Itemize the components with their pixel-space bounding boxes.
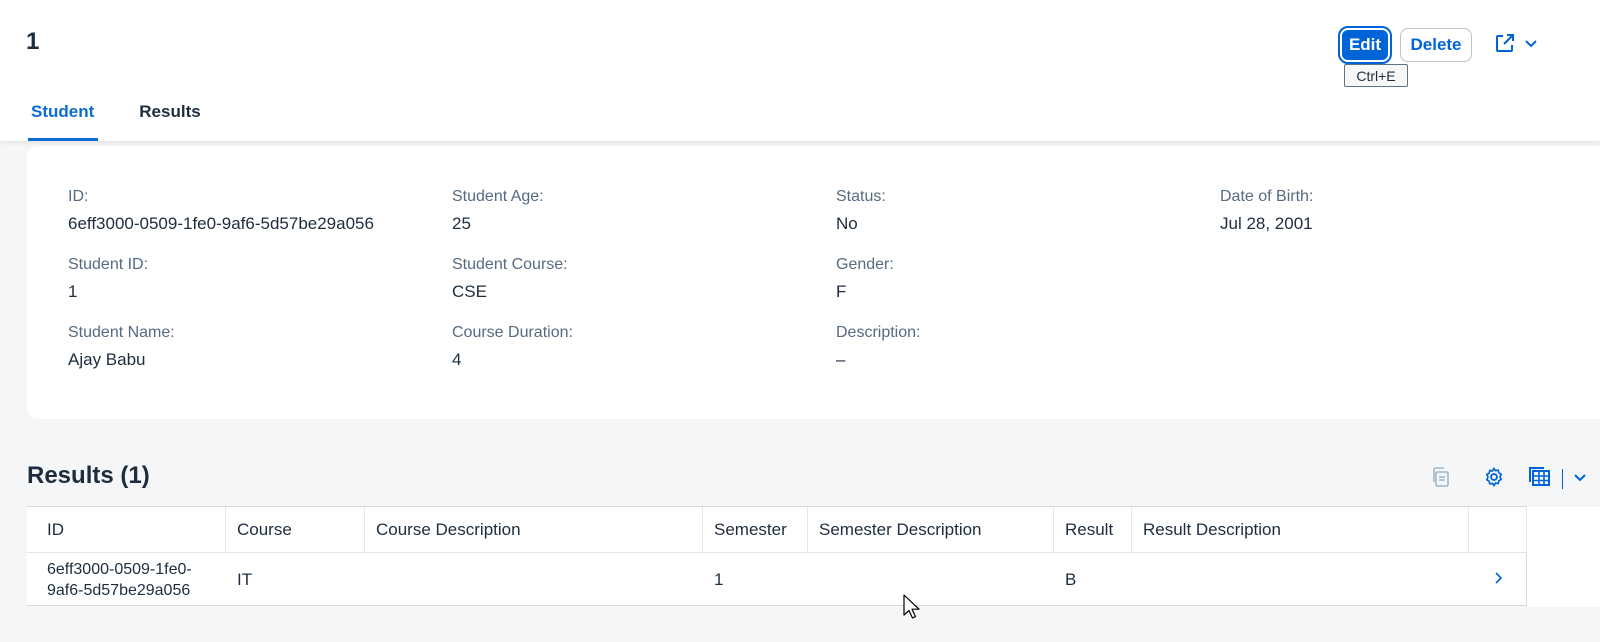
tab-results[interactable]: Results [136, 92, 204, 141]
cell-id-line: 6eff3000-0509-1fe0- [47, 561, 192, 578]
cell-result: B [1065, 570, 1077, 589]
edit-button[interactable]: Edit [1338, 26, 1392, 64]
delete-button[interactable]: Delete [1400, 28, 1472, 62]
field-label: Student Course: [452, 256, 568, 273]
field-value: No [836, 214, 858, 233]
field-label: Student ID: [68, 256, 149, 273]
student-details-card: ID: 6eff3000-0509-1fe0-9af6-5d57be29a056… [27, 146, 1600, 419]
cell-result-description [1132, 553, 1469, 607]
chevron-down-icon [1524, 36, 1538, 54]
column-header-semester-description[interactable]: Semester Description [808, 507, 1054, 552]
share-icon [1494, 32, 1516, 59]
field-student-course: Student Course: CSE [452, 256, 568, 302]
row-navigation[interactable] [1469, 553, 1527, 607]
page-title: 1 [26, 28, 40, 55]
column-header-navigation [1469, 507, 1527, 552]
cell-course-description [365, 553, 703, 607]
field-label: Gender: [836, 256, 894, 273]
mouse-cursor-icon [903, 594, 921, 625]
results-table: ID Course Course Description Semester Se… [27, 506, 1600, 607]
column-header-result-description[interactable]: Result Description [1132, 507, 1469, 552]
gear-icon [1483, 466, 1505, 493]
cell-semester: 1 [714, 570, 724, 589]
field-student-name: Student Name: Ajay Babu [68, 324, 175, 370]
chevron-right-icon [1493, 570, 1503, 590]
field-value: F [836, 282, 847, 301]
field-value: 6eff3000-0509-1fe0-9af6-5d57be29a056 [68, 214, 374, 233]
copy-button[interactable] [1425, 463, 1457, 495]
table-filler [1527, 507, 1600, 607]
column-header-course[interactable]: Course [226, 507, 365, 552]
field-value: 1 [68, 282, 78, 301]
results-toolbar [1410, 463, 1600, 495]
share-menu-button[interactable] [1486, 28, 1546, 62]
results-section-title: Results (1) [27, 462, 150, 489]
field-course-duration: Course Duration: 4 [452, 324, 573, 370]
field-status: Status: No [836, 188, 886, 234]
cell-id-line: 9af6-5d57be29a056 [47, 582, 191, 599]
object-page-header: 1 Edit Delete Ctrl+E Student Results [0, 0, 1600, 141]
column-header-id[interactable]: ID [27, 507, 226, 552]
tab-student[interactable]: Student [28, 92, 99, 141]
copy-icon [1430, 466, 1452, 493]
field-label: Description: [836, 324, 921, 341]
tab-bar: Student Results [28, 92, 205, 141]
field-label: Course Duration: [452, 324, 573, 341]
edit-shortcut-tooltip: Ctrl+E [1344, 64, 1408, 87]
field-label: ID: [68, 188, 89, 205]
field-value: 25 [452, 214, 471, 233]
column-header-course-description[interactable]: Course Description [365, 507, 703, 552]
header-actions: Edit Delete [1338, 26, 1600, 64]
table-settings-button[interactable] [1478, 463, 1510, 495]
field-value: CSE [452, 282, 487, 301]
field-label: Status: [836, 188, 886, 205]
cell-course: IT [237, 570, 253, 589]
column-header-semester[interactable]: Semester [703, 507, 808, 552]
field-student-id: Student ID: 1 [68, 256, 148, 302]
column-header-result[interactable]: Result [1054, 507, 1132, 552]
field-label: Date of Birth: [1220, 188, 1314, 205]
table-header-row: ID Course Course Description Semester Se… [27, 507, 1527, 553]
field-label: Student Name: [68, 324, 175, 341]
field-value: Jul 28, 2001 [1220, 214, 1313, 233]
field-date-of-birth: Date of Birth: Jul 28, 2001 [1220, 188, 1313, 234]
field-description: Description: – [836, 324, 920, 370]
field-student-age: Student Age: 25 [452, 188, 544, 234]
field-label: Student Age: [452, 188, 544, 205]
cell-id: 6eff3000-0509-1fe0- 9af6-5d57be29a056 [27, 553, 226, 607]
field-value: – [836, 350, 846, 369]
spreadsheet-export-icon [1528, 466, 1552, 493]
field-id: ID: 6eff3000-0509-1fe0-9af6-5d57be29a056 [68, 188, 374, 234]
export-menu-button[interactable] [1528, 463, 1598, 495]
toolbar-separator [1562, 469, 1563, 489]
cell-semester-description [808, 553, 1054, 607]
field-value: 4 [452, 350, 462, 369]
field-value: Ajay Babu [68, 350, 146, 369]
field-gender: Gender: F [836, 256, 894, 302]
table-row[interactable]: 6eff3000-0509-1fe0- 9af6-5d57be29a056 IT… [27, 553, 1527, 607]
chevron-down-icon [1573, 470, 1587, 488]
